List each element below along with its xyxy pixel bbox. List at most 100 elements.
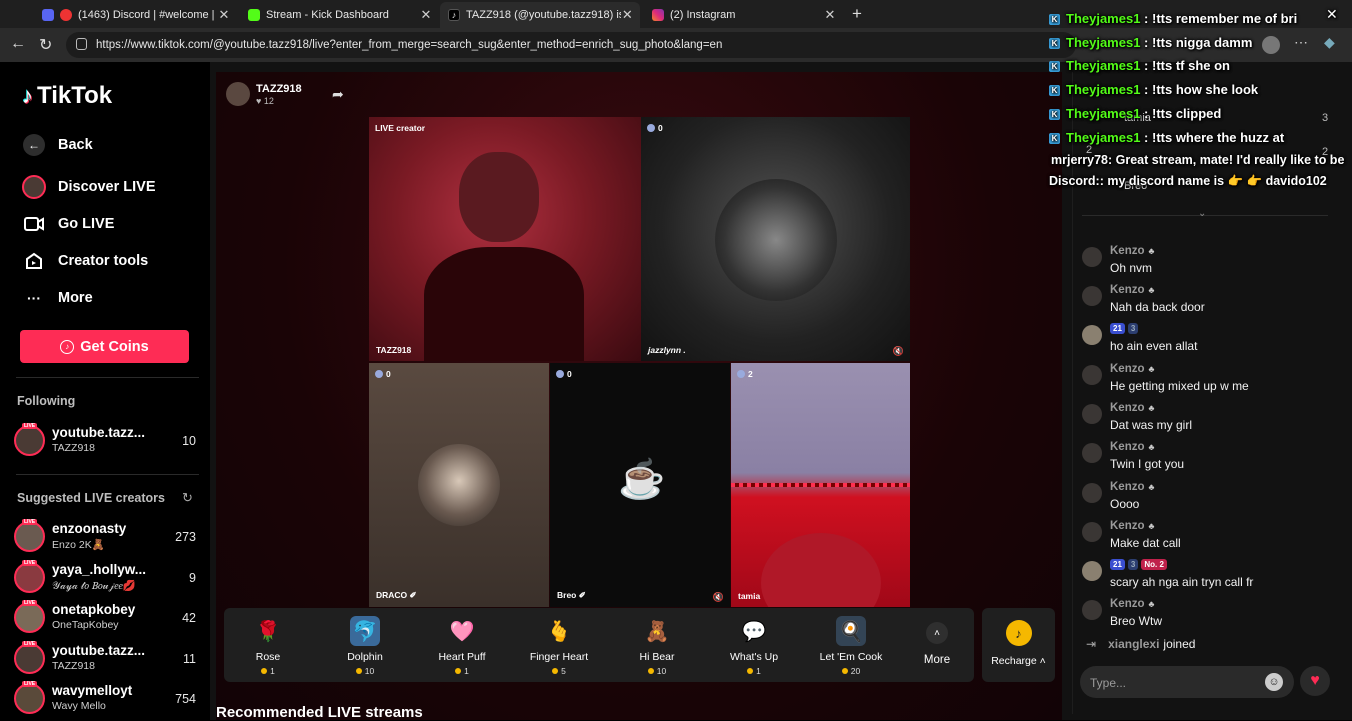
avatar: LIVE [14, 681, 45, 714]
video-tile-guest[interactable]: 2 tamia [731, 363, 910, 607]
suggested-creator[interactable]: LIVE onetapkobey OneTapKobey 42 [14, 600, 196, 635]
nav-more[interactable]: ··· More [22, 286, 93, 310]
kick-icon: K [1049, 61, 1060, 73]
ranking-score: 3 [1322, 112, 1329, 124]
gift-heart-puff[interactable]: 🩷 Heart Puff 1 [422, 616, 502, 677]
video-tile-guest[interactable]: 0 DRACO ✐ [369, 363, 549, 607]
close-tab-icon[interactable]: ✕ [418, 7, 434, 23]
gift-dolphin[interactable]: 🐬 Dolphin 10 [325, 616, 405, 676]
mic-muted-icon: 🔇 [712, 592, 724, 602]
gift-whats-up[interactable]: 💬 What's Up 1 [714, 616, 794, 677]
fan-badge-icon: ♣ [1148, 599, 1155, 609]
copilot-icon[interactable]: ◆ [1324, 34, 1335, 51]
kick-icon: K [1049, 14, 1060, 26]
overlay-chat-line: K Theyjames1 : !tts nigga damm [1049, 35, 1252, 50]
suggested-creator[interactable]: LIVE wavymelloyt Wavy Mello 754 [14, 681, 196, 716]
gift-finger-heart[interactable]: 🫰 Finger Heart 5 [519, 616, 599, 677]
dolphin-icon: 🐬 [350, 616, 380, 646]
arrow-left-icon: ← [23, 134, 45, 156]
url-input[interactable]: https://www.tiktok.com/@youtube.tazz918/… [66, 32, 1076, 58]
lock-icon [76, 38, 87, 50]
back-button[interactable]: ← Back [22, 133, 93, 157]
whats-up-icon: 💬 [741, 620, 767, 643]
browser-tab-tiktok[interactable]: ♪ TAZZ918 (@youtube.tazz918) is LIVE ✕ [440, 2, 640, 28]
avatar: LIVE [14, 641, 45, 674]
recommended-heading: Recommended LIVE streams [216, 704, 423, 721]
profile-avatar[interactable] [1262, 36, 1280, 54]
browser-tab-instagram[interactable]: (2) Instagram ✕ [644, 2, 844, 28]
viewer-icon [737, 370, 745, 378]
suggested-creator[interactable]: LIVE enzoonasty Enzo 2K🧸 273 [14, 519, 196, 554]
more-gifts-button[interactable]: ˄ More [922, 622, 952, 666]
overlay-chat-line: K Theyjames1 : !tts how she look [1049, 82, 1258, 97]
guest-avatar [418, 444, 500, 526]
window-close-icon[interactable]: ✕ [1326, 6, 1338, 23]
reload-icon[interactable]: ↻ [39, 35, 52, 55]
join-notice: ⇥ xianglexi joined [1086, 637, 1196, 651]
gift-let-em-cook[interactable]: 🍳 Let 'Em Cook 20 [811, 616, 891, 676]
instagram-icon [652, 9, 664, 21]
tiktok-logo[interactable]: ♪ TikTok [22, 82, 112, 110]
host-likes: ♥ 12 [256, 96, 274, 106]
avatar: LIVE [14, 600, 45, 633]
coin-icon [455, 668, 462, 674]
browser-tab-discord[interactable]: (1463) Discord | #welcome | ✕ [34, 2, 238, 28]
suggested-creator[interactable]: LIVE youtube.tazz... TAZZ918 11 [14, 641, 196, 676]
overlay-chat-line: K Theyjames1 : !tts where the huzz at [1049, 130, 1284, 145]
browser-tab-kick[interactable]: Stream - Kick Dashboard ✕ [240, 2, 440, 28]
share-icon[interactable]: ➦ [332, 86, 344, 103]
chat-input[interactable]: Type... [1080, 666, 1294, 698]
avatar [1082, 600, 1102, 620]
recharge-button[interactable]: ♪ Recharge ˄ [982, 608, 1055, 682]
heart-icon[interactable]: ♥ [1300, 666, 1330, 696]
coin-icon [355, 668, 362, 674]
coin-icon: ♪ [60, 339, 75, 354]
close-tab-icon[interactable]: ✕ [216, 7, 232, 23]
nav-go-live[interactable]: Go LIVE [22, 212, 114, 236]
kick-icon: K [1049, 133, 1060, 145]
menu-dots-icon[interactable]: ⋯ [1294, 34, 1308, 51]
nav-discover-live[interactable]: Discover LIVE [22, 175, 156, 199]
heart-puff-icon: 🩷 [449, 620, 475, 643]
guest-figure [761, 533, 881, 607]
coin-icon [261, 668, 268, 674]
host-shirt [424, 247, 584, 361]
gift-rose[interactable]: 🌹 Rose 1 [228, 616, 308, 677]
viewer-icon [647, 124, 655, 132]
video-tile-host[interactable]: LIVE creator TAZZ918 [369, 117, 641, 361]
coin-icon [647, 668, 654, 674]
divider [16, 377, 199, 378]
host-name[interactable]: TAZZ918 [256, 83, 302, 95]
close-tab-icon[interactable]: ✕ [621, 7, 634, 23]
get-coins-button[interactable]: ♪ Get Coins [20, 330, 189, 363]
chevron-up-icon: ˄ [926, 622, 948, 644]
refresh-icon[interactable]: ↻ [182, 490, 193, 506]
gift-hi-bear[interactable]: 🧸 Hi Bear 10 [617, 616, 697, 677]
nav-creator-tools[interactable]: Creator tools [22, 249, 148, 273]
overlay-chat-line: K Theyjames1 : !tts remember me of bri [1049, 11, 1297, 26]
following-heading: Following [17, 394, 76, 408]
chevron-down-icon[interactable]: ⌄ [1198, 208, 1206, 219]
suggested-creator[interactable]: LIVE yaya_.hollyw... 𝒴𝒶𝓎𝒶 𝓉𝑜 𝐵𝑜𝓊𝒿𝑒𝑒💋 9 [14, 560, 196, 595]
rose-icon: 🌹 [255, 620, 281, 643]
video-tile-guest[interactable]: 0 jazzlynn . 🔇 [641, 117, 910, 361]
coin-icon [552, 668, 559, 674]
suggested-heading: Suggested LIVE creators [17, 491, 165, 505]
bear-icon: 🧸 [644, 620, 670, 643]
sidebar: ♪ TikTok ← Back Discover LIVE Go LIVE Cr… [0, 62, 210, 720]
avatar [1082, 522, 1102, 542]
following-creator[interactable]: LIVE youtube.tazz... TAZZ918 10 [14, 423, 196, 458]
guest-avatar [715, 179, 837, 301]
back-arrow-icon[interactable]: ← [10, 35, 26, 53]
avatar: LIVE [14, 560, 45, 593]
host-avatar[interactable] [226, 82, 250, 106]
video-tile-guest[interactable]: ☕ 0 Breo ✐ 🔇 [550, 363, 730, 607]
overlay-chat-line: Discord:: my discord name is 👉 👉 davido1… [1049, 174, 1327, 188]
close-tab-icon[interactable]: ✕ [822, 7, 838, 23]
emoji-icon[interactable]: ☺ [1265, 673, 1283, 691]
new-tab-icon[interactable]: + [852, 4, 862, 24]
fan-badge-icon: ♣ [1148, 364, 1155, 374]
fan-badge-icon: ♣ [1148, 521, 1155, 531]
join-icon: ⇥ [1086, 637, 1097, 651]
discover-avatar-icon [22, 175, 46, 199]
